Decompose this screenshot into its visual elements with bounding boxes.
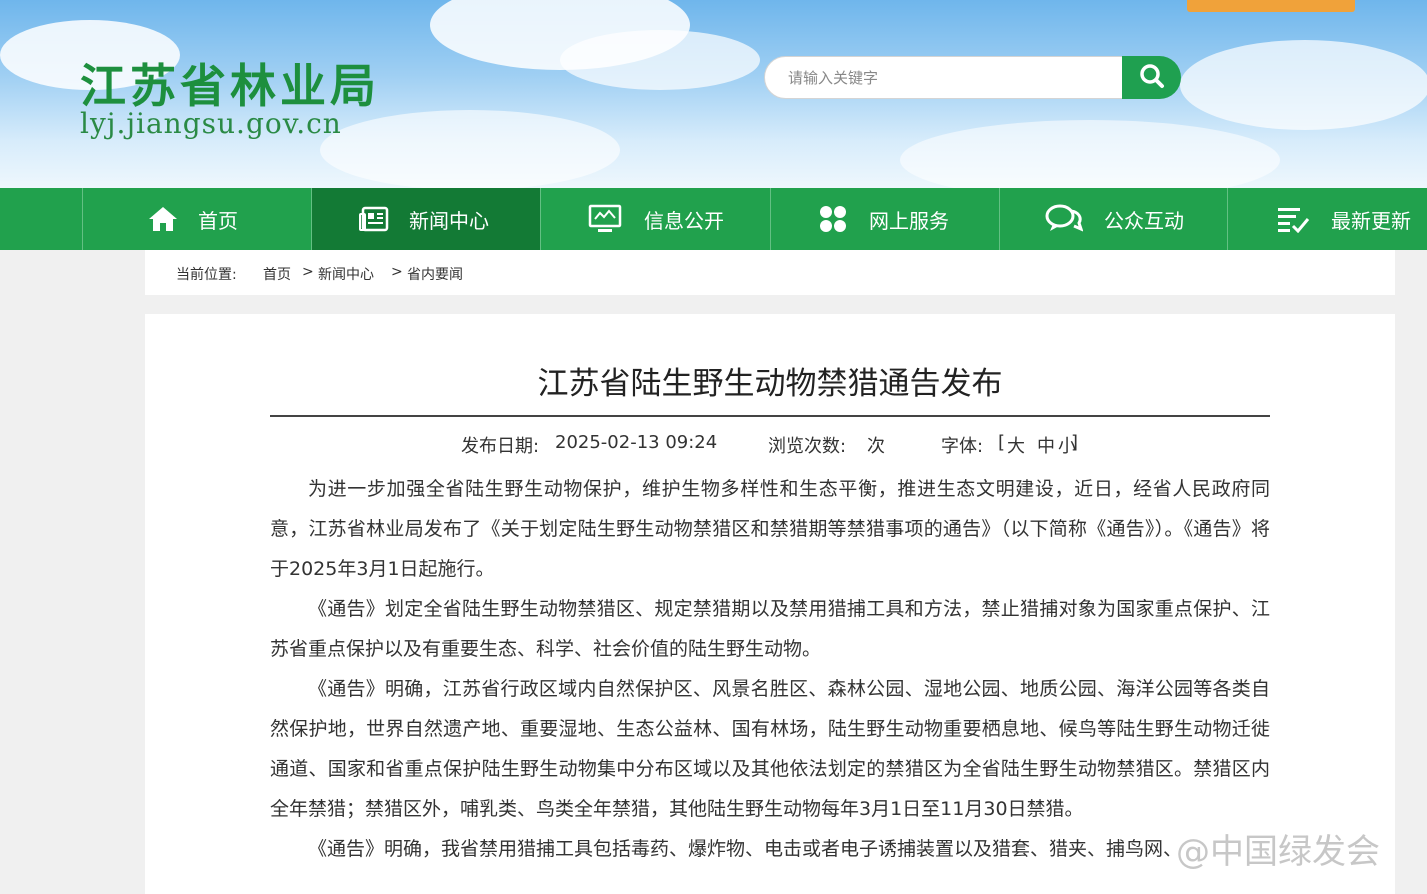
nav-item-services[interactable]: 网上服务 [770,188,999,250]
publish-date-label: 发布日期: [461,436,540,457]
font-size-bracket-close: ] [1071,432,1079,453]
view-count-unit: 次 [867,436,885,457]
font-size-large-button[interactable]: 大 [1007,432,1025,458]
monitor-icon [585,199,625,239]
nav-item-label: 新闻中心 [409,208,489,233]
search-icon [1138,62,1166,94]
chat-icon [1044,199,1084,239]
topbar-button[interactable] [1187,0,1355,12]
article-paragraph: 《通告》明确，我省禁用猎捕工具包括毒药、爆炸物、电击或者电子诱捕装置以及猎套、猎… [308,838,1183,860]
title-divider [270,415,1270,417]
breadcrumb-link-news[interactable]: 新闻中心 [318,264,374,284]
watermark: @中国绿发会 [1176,824,1380,873]
breadcrumb: 当前位置: 首页 > 新闻中心 > 省内要闻 [145,250,1395,295]
article-paragraph: 《通告》划定全省陆生野生动物禁猎区、规定禁猎期以及禁用猎捕工具和方法，禁止猎捕对… [270,598,1270,660]
breadcrumb-link-province[interactable]: 省内要闻 [407,264,463,284]
newspaper-icon [354,199,394,239]
article-paragraph: 为进一步加强全省陆生野生动物保护，维护生物多样性和生态平衡，推进生态文明建设，近… [270,478,1270,580]
breadcrumb-prefix: 当前位置: [176,267,237,283]
main-nav: 首页 新闻中心 信息公开 网上服务 公众互动 最新更新 [0,188,1427,250]
nav-item-label: 公众互动 [1104,208,1184,233]
nav-item-label: 首页 [198,208,238,233]
search-button[interactable] [1122,56,1181,99]
article-paragraph: 《通告》明确，江苏省行政区域内自然保护区、风景名胜区、森林公园、湿地公园、地质公… [270,678,1270,820]
article-container: 江苏省陆生野生动物禁猎通告发布 发布日期: 2025-02-13 09:24 浏… [145,314,1395,894]
cloud-decoration [320,110,620,188]
search-input[interactable] [764,56,1124,99]
home-icon [143,199,183,239]
grid-icon [813,199,853,239]
font-size-label: 字体: [941,436,984,457]
font-size-medium-button[interactable]: 中 [1037,432,1055,458]
nav-item-news[interactable]: 新闻中心 [311,188,540,250]
nav-item-label: 网上服务 [869,208,949,233]
site-header: 江苏省林业局 lyj.jiangsu.gov.cn [0,0,1427,188]
breadcrumb-link-home[interactable]: 首页 [263,264,291,284]
breadcrumb-separator: > [302,264,314,280]
nav-item-label: 信息公开 [644,208,724,233]
breadcrumb-separator: > [391,264,403,280]
article-body: 为进一步加强全省陆生野生动物保护，维护生物多样性和生态平衡，推进生态文明建设，近… [270,469,1270,869]
nav-item-updates[interactable]: 最新更新 [1227,188,1427,250]
cloud-decoration [1180,40,1427,130]
font-size-bracket-open: [ [998,432,1006,453]
site-logo-domain: lyj.jiangsu.gov.cn [80,107,342,140]
article-title: 江苏省陆生野生动物禁猎通告发布 [537,366,1003,402]
cloud-decoration [560,30,760,90]
list-check-icon [1273,199,1313,239]
nav-item-label: 最新更新 [1331,208,1411,233]
watermark-text: @中国绿发会 [1176,832,1380,872]
publish-date-value: 2025-02-13 09:24 [555,432,718,453]
cloud-decoration [900,120,1280,188]
nav-item-info[interactable]: 信息公开 [540,188,770,250]
nav-item-home[interactable]: 首页 [82,188,311,250]
view-count-label: 浏览次数: [768,436,847,457]
nav-item-interaction[interactable]: 公众互动 [999,188,1227,250]
